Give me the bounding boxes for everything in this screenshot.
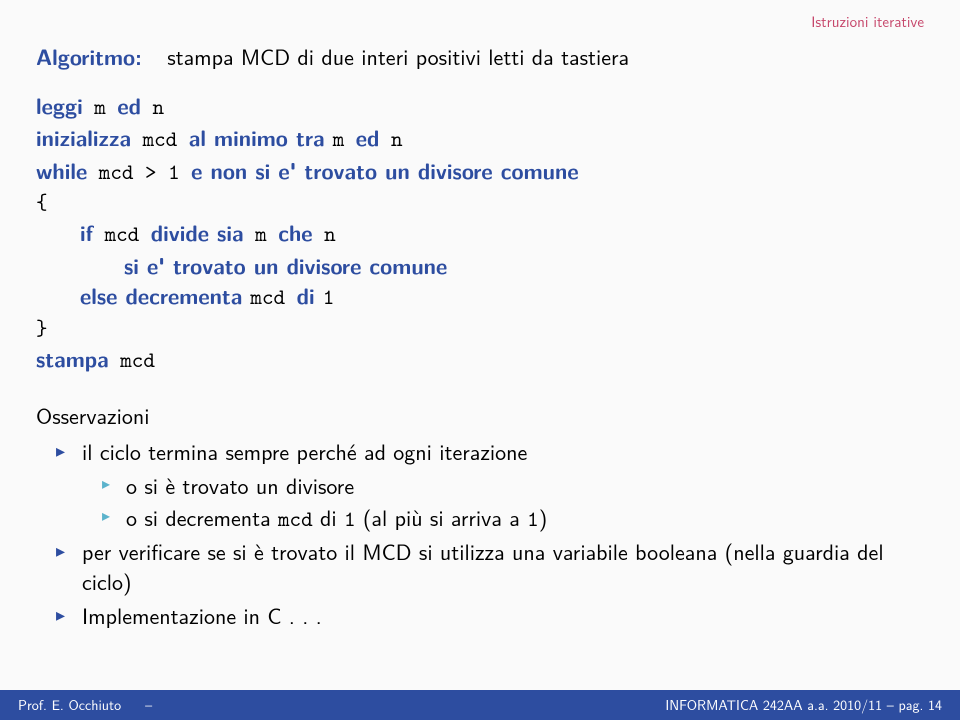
list-item: Implementazione in C . . . [56,601,924,631]
pseudo-line: inizializza mcd al minimo tra m ed n [36,122,924,154]
observations-title: Osservazioni [36,399,924,431]
pseudo-line: leggi m ed n [36,90,924,122]
pseudo-line: while mcd > 1 e non si e' trovato un div… [36,155,924,187]
pseudo-line: stampa mcd [36,343,924,375]
pseudo-line: si e' trovato un divisore comune [36,250,924,280]
sublist: o si è trovato un divisore o si decremen… [102,471,924,533]
item-text: il ciclo termina sempre perché ad ogni i… [82,435,527,467]
footer: Prof. E. Occhiuto – INFORMATICA 242AA a.… [0,690,960,720]
slide-title: Algoritmo: stampa MCD di due interi posi… [36,40,924,72]
pseudo-line: { [36,187,924,217]
list-item: o si è trovato un divisore [102,471,924,501]
list-item: per verificare se si è trovato il MCD si… [56,537,924,596]
pseudo-line: else decrementa mcd di 1 [36,280,924,312]
pseudo-line: if mcd divide sia m che n [36,217,924,249]
pseudo-line: } [36,313,924,343]
list-item: il ciclo termina sempre perché ad ogni i… [56,437,924,533]
kw-leggi: leggi [36,89,83,121]
footer-course: INFORMATICA 242AA a.a. 2010/11 – pag. 14 [665,695,942,715]
pseudocode-block: leggi m ed n inizializza mcd al minimo t… [36,90,924,375]
list-item: o si decrementa mcd di 1 (al più si arri… [102,503,924,534]
title-text: stampa MCD di due interi positivi letti … [167,40,629,72]
slide: Istruzioni iterative Algoritmo: stampa M… [0,0,960,720]
footer-author: Prof. E. Occhiuto [18,695,121,715]
section-header: Istruzioni iterative [811,10,924,32]
observations-list: il ciclo termina sempre perché ad ogni i… [56,437,924,630]
footer-separator: – [145,695,152,715]
title-label: Algoritmo: [36,40,142,72]
